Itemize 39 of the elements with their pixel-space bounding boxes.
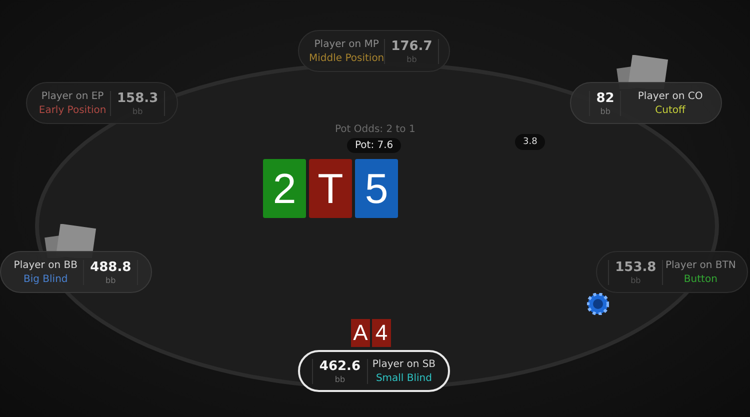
player-position: Middle Position [309,52,384,64]
stack-unit: bb [406,54,417,64]
stack-amount: 158.3 [117,90,158,106]
dealer-button-icon [587,293,609,315]
stack-amount: 488.8 [90,260,132,274]
player-name: Player on BTN [665,260,736,270]
player-position: Big Blind [23,274,68,284]
stack-unit: bb [106,276,116,284]
player-name: Player on SB [372,358,436,370]
player-seat[interactable]: Player on CO Cutoff 82 bb [570,82,722,124]
player-seat[interactable]: Player on MP Middle Position 176.7 bb [298,30,450,72]
stack-unit: bb [630,276,641,284]
stack-unit: bb [334,374,346,384]
stack-unit: bb [132,106,143,116]
player-position: Cutoff [655,104,686,116]
stack-amount: 176.7 [391,38,432,54]
board-card: 5 [355,159,398,218]
player-seat[interactable]: Player on EP Early Position 158.3 bb [26,82,178,124]
stack-amount: 82 [596,90,614,106]
board-card: T [309,159,352,218]
hole-card: 4 [372,319,391,347]
player-seat[interactable]: Player on BTN Button 153.8 bb [596,251,748,293]
board-card: 2 [263,159,306,218]
stack-amount: 462.6 [319,358,361,374]
bet-amount: 3.8 [515,134,546,150]
player-seat[interactable]: Player on SB Small Blind 462.6 bb [298,350,450,392]
pot-odds: Pot Odds: 2 to 1 [335,124,416,135]
player-name: Player on EP [41,90,104,102]
stack-unit: bb [600,106,610,116]
player-position: Small Blind [376,372,432,384]
player-position: Button [684,274,718,284]
player-name: Player on BB [14,260,78,270]
stack-amount: 153.8 [615,260,656,274]
player-name: Player on MP [314,38,379,50]
hole-card: A [351,319,370,347]
pot-amount: Pot: 7.6 [347,138,402,153]
player-position: Early Position [38,104,106,116]
player-seat[interactable]: Player on BB Big Blind 488.8 bb [0,251,152,293]
player-name: Player on CO [638,90,703,102]
